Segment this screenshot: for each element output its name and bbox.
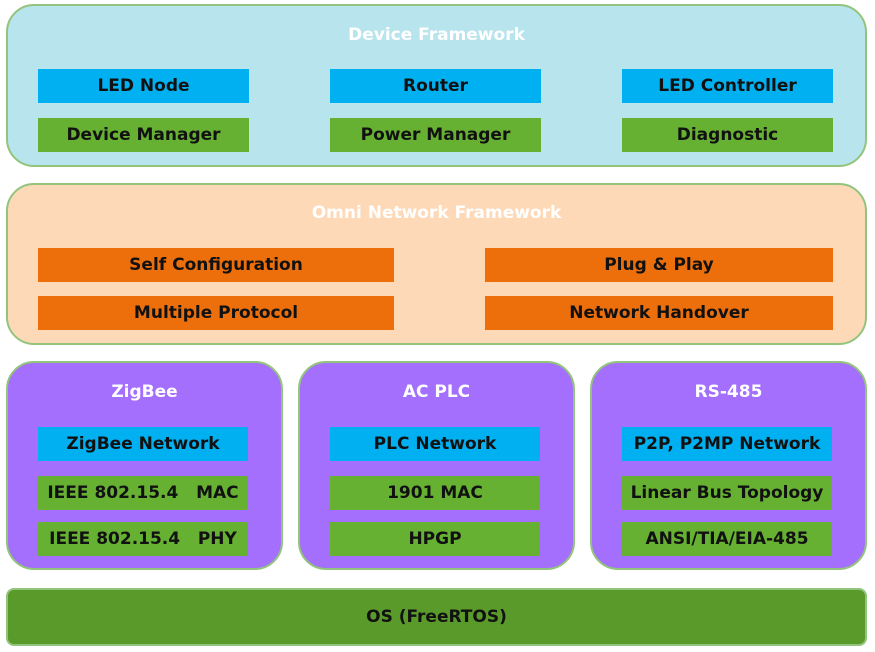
os-bar: OS (FreeRTOS) [6,588,867,646]
led-node-box: LED Node [38,69,249,103]
p2p-network-box: P2P, P2MP Network [622,427,832,461]
linear-bus-box: Linear Bus Topology [622,476,832,510]
power-manager-box: Power Manager [330,118,541,152]
self-configuration-box: Self Configuration [38,248,394,282]
plc-mac-box: 1901 MAC [330,476,540,510]
diagnostic-box: Diagnostic [622,118,833,152]
network-handover-box: Network Handover [485,296,833,330]
os-label: OS (FreeRTOS) [366,607,507,627]
zigbee-title: ZigBee [111,382,178,402]
zigbee-phy-box: IEEE 802.15.4 PHY [38,522,248,556]
device-framework-title: Device Framework [348,25,525,45]
omni-framework-title: Omni Network Framework [311,203,562,223]
plug-and-play-box: Plug & Play [485,248,833,282]
ac-plc-title: AC PLC [402,382,471,402]
device-manager-box: Device Manager [38,118,249,152]
zigbee-network-box: ZigBee Network [38,427,248,461]
led-controller-box: LED Controller [622,69,833,103]
ansi-box: ANSI/TIA/EIA-485 [622,522,832,556]
multiple-protocol-box: Multiple Protocol [38,296,394,330]
router-box: Router [330,69,541,103]
hpgp-box: HPGP [330,522,540,556]
rs485-title: RS-485 [694,382,763,402]
zigbee-mac-box: IEEE 802.15.4 MAC [38,476,248,510]
plc-network-box: PLC Network [330,427,540,461]
